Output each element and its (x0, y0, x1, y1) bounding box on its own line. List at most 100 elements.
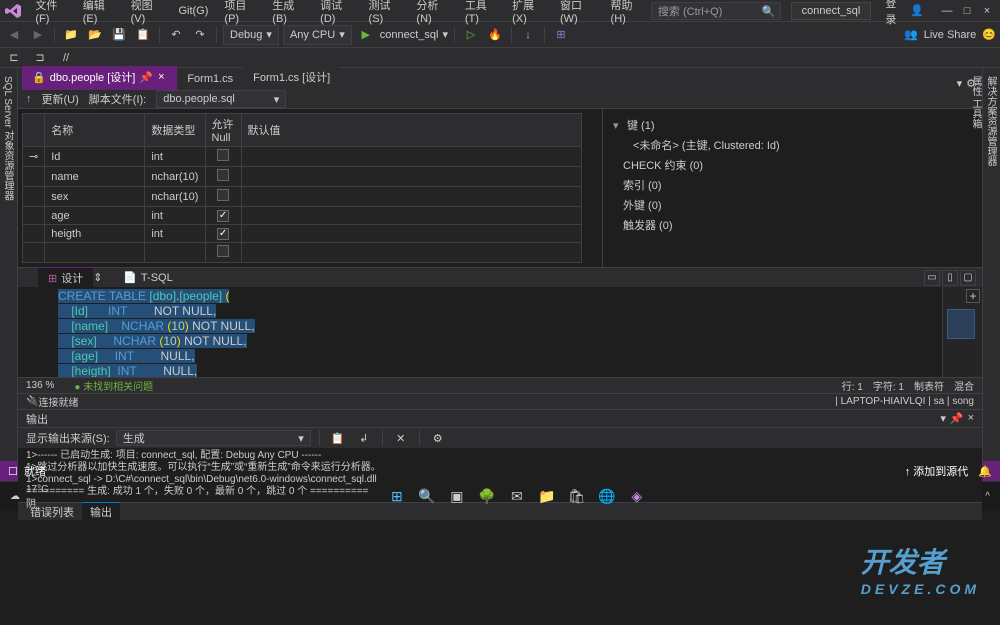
add-source-control[interactable]: ↑ 添加到源代 (905, 463, 969, 479)
tab-design[interactable]: ⊞设计 (38, 267, 93, 288)
null-checkbox[interactable] (217, 149, 229, 161)
prop-trigger[interactable]: 触发器 (0) (613, 215, 972, 235)
table-row[interactable]: namenchar(10) (23, 167, 582, 187)
search-icon[interactable]: 🔍 (413, 483, 441, 511)
col-header-null[interactable]: 允许 Null (205, 114, 241, 147)
update-button[interactable]: 更新(U) (42, 91, 79, 107)
maximize-button[interactable]: □ (958, 2, 976, 20)
menu-help[interactable]: 帮助(H) (603, 0, 651, 27)
table-row[interactable] (23, 243, 582, 263)
menu-window[interactable]: 窗口(W) (552, 0, 603, 27)
close-split-icon[interactable]: ▢ (960, 270, 976, 286)
close-icon[interactable]: × (155, 71, 167, 83)
table-row[interactable]: ⊸Idint (23, 147, 582, 167)
tool-icon[interactable]: ⊞ (551, 25, 571, 45)
new-project-icon[interactable]: 📁 (61, 25, 81, 45)
script-file-dropdown[interactable]: dbo.people.sql▾ (156, 90, 286, 108)
redo-icon[interactable]: ↷ (190, 25, 210, 45)
prop-check[interactable]: CHECK 约束 (0) (613, 155, 972, 175)
tab-form1-design[interactable]: Form1.cs [设计] (243, 66, 340, 90)
table-row[interactable]: sexnchar(10) (23, 187, 582, 207)
menu-test[interactable]: 测试(S) (361, 0, 409, 27)
comment-icon[interactable]: // (56, 48, 76, 68)
weather-widget[interactable]: ☁ 17°C阴 (10, 484, 48, 510)
hotreload-icon[interactable]: 🔥 (485, 25, 505, 45)
output-source-dropdown[interactable]: 生成▾ (116, 430, 311, 446)
null-checkbox[interactable] (217, 228, 229, 240)
menu-debug[interactable]: 调试(D) (312, 0, 360, 27)
notifications-icon[interactable]: 🔔 (978, 465, 992, 478)
split-h-icon[interactable]: ▭ (924, 270, 940, 286)
tab-form1-cs[interactable]: Form1.cs (177, 70, 243, 90)
liveshare-label[interactable]: Live Share (924, 29, 977, 41)
table-row[interactable]: heigthint (23, 225, 582, 243)
save-icon[interactable]: 💾 (109, 25, 129, 45)
tab-dropdown-icon[interactable]: ▾ (957, 77, 963, 90)
plus-icon[interactable]: + (966, 289, 980, 303)
minimap[interactable]: + (942, 287, 982, 377)
issues-indicator[interactable]: ● 未找到相关问题 (74, 378, 153, 393)
step-icon[interactable]: ↓ (518, 25, 538, 45)
start-debug-button[interactable]: ▶ (356, 25, 376, 45)
col-header-type[interactable]: 数据类型 (145, 114, 205, 147)
pin-icon[interactable]: 📌 (950, 412, 964, 425)
close-panel-icon[interactable]: × (968, 412, 974, 425)
platform-dropdown[interactable]: Any CPU▾ (283, 25, 352, 45)
close-button[interactable]: × (978, 2, 996, 20)
clear-output-icon[interactable]: 📋 (328, 428, 348, 448)
store-icon[interactable]: 🛍 (563, 483, 591, 511)
sql-server-explorer-rail[interactable]: SQL Server 对象资源管理器 (0, 68, 18, 461)
minimize-button[interactable]: — (938, 2, 956, 20)
undo-icon[interactable]: ↶ (166, 25, 186, 45)
pin-icon[interactable]: 📌 (139, 71, 151, 84)
solution-explorer-rail[interactable]: 解决方案资源管理器属性 工具箱 (982, 68, 1000, 461)
tab-dbo-people[interactable]: 🔒 dbo.people [设计] 📌 × (22, 66, 177, 90)
menu-extensions[interactable]: 扩展(X) (504, 0, 552, 27)
split-v-icon[interactable]: ▯ (942, 270, 958, 286)
save-all-icon[interactable]: 📋 (133, 25, 153, 45)
tab-tsql[interactable]: 📄T-SQL (113, 269, 183, 286)
menu-edit[interactable]: 编辑(E) (75, 0, 123, 27)
null-checkbox[interactable] (217, 210, 229, 222)
dropdown-icon[interactable]: ▾ (940, 412, 946, 425)
outdent-icon[interactable]: ⊐ (30, 48, 50, 68)
forward-icon[interactable]: ▶ (28, 25, 48, 45)
menu-git[interactable]: Git(G) (170, 3, 216, 19)
col-header-default[interactable]: 默认值 (241, 114, 581, 147)
indent-icon[interactable]: ⊏ (4, 48, 24, 68)
toggle-wrap-icon[interactable]: ↲ (354, 428, 374, 448)
taskview-icon[interactable]: ▣ (443, 483, 471, 511)
config-dropdown[interactable]: Debug▾ (223, 25, 279, 45)
null-checkbox[interactable] (217, 189, 229, 201)
prop-keys[interactable]: ▾键 (1) (613, 115, 972, 135)
menu-view[interactable]: 视图(V) (123, 0, 171, 27)
feedback-icon[interactable]: 😊 (982, 28, 996, 41)
clear-icon[interactable]: ✕ (391, 428, 411, 448)
open-icon[interactable]: 📂 (85, 25, 105, 45)
quick-search-input[interactable]: 搜索 (Ctrl+Q) 🔍 (651, 2, 781, 20)
menu-build[interactable]: 生成(B) (264, 0, 312, 27)
login-button[interactable]: 登录 (877, 0, 904, 29)
prop-index[interactable]: 索引 (0) (613, 175, 972, 195)
null-checkbox[interactable] (217, 245, 229, 257)
prop-key-unnamed[interactable]: <未命名> (主键, Clustered: Id) (613, 135, 972, 155)
start-without-debug-icon[interactable]: ▷ (461, 25, 481, 45)
zoom-level[interactable]: 136 % (26, 380, 54, 391)
menu-file[interactable]: 文件(F) (27, 0, 74, 27)
col-header-name[interactable]: 名称 (45, 114, 145, 147)
mail-icon[interactable]: ✉ (503, 483, 531, 511)
back-icon[interactable]: ◀ (4, 25, 24, 45)
tray-chevron-icon[interactable]: ^ (985, 491, 990, 502)
menu-analyze[interactable]: 分析(N) (408, 0, 456, 27)
sql-editor[interactable]: CREATE TABLE [dbo].[people] ( [Id] INT N… (18, 287, 982, 377)
start-icon[interactable]: ⊞ (383, 483, 411, 511)
vs-icon[interactable]: ◈ (623, 483, 651, 511)
chevron-down-icon[interactable]: ▾ (442, 28, 448, 41)
menu-tools[interactable]: 工具(T) (457, 0, 504, 27)
null-checkbox[interactable] (217, 169, 229, 181)
edge-icon[interactable]: 🌐 (593, 483, 621, 511)
table-row[interactable]: ageint (23, 207, 582, 225)
menu-project[interactable]: 项目(P) (216, 0, 264, 27)
prop-fk[interactable]: 外键 (0) (613, 195, 972, 215)
widgets-icon[interactable]: 🌳 (473, 483, 501, 511)
